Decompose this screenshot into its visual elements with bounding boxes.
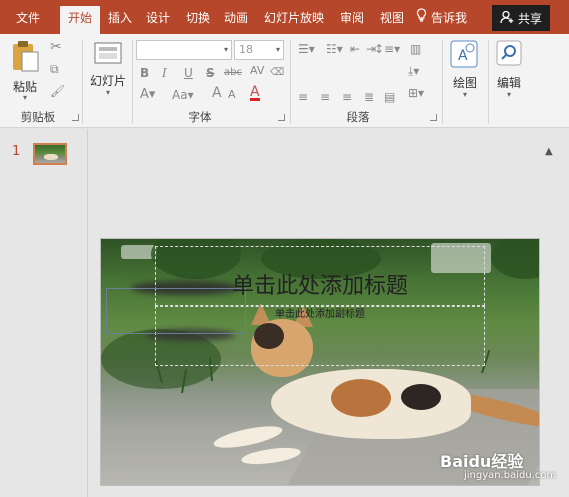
italic-button[interactable]: I xyxy=(162,66,167,80)
distribute-icon[interactable]: ▤ xyxy=(384,90,395,104)
tab-view[interactable]: 视图 xyxy=(374,6,410,34)
divider xyxy=(132,40,133,124)
cat-spot xyxy=(331,379,391,417)
slide-thumbnail[interactable] xyxy=(33,143,67,165)
justify-icon[interactable]: ≣ xyxy=(364,90,374,104)
line-spacing-icon[interactable]: ↕≡▾ xyxy=(374,42,400,56)
shapes-icon: A xyxy=(450,40,478,71)
smartart-icon[interactable]: ⊞▾ xyxy=(408,86,424,100)
divider xyxy=(82,40,83,124)
group-label-clipboard: 剪贴板 xyxy=(20,110,56,124)
chevron-down-icon: ▾ xyxy=(223,45,228,54)
strikethrough-button[interactable]: abc xyxy=(224,66,242,80)
title-placeholder-text: 单击此处添加标题 xyxy=(231,274,408,299)
slide-thumbnail-panel: 1 xyxy=(0,129,88,497)
font-size-value: 18 xyxy=(239,43,253,56)
editing-button[interactable]: 编辑 ▾ xyxy=(492,40,526,104)
cut-icon[interactable]: ✂ xyxy=(50,40,62,54)
paste-dropdown-icon[interactable]: ▾ xyxy=(8,93,42,102)
tell-me-search[interactable]: 告诉我 xyxy=(416,6,467,30)
paste-button[interactable]: 粘贴 ▾ xyxy=(8,40,42,102)
drawing-label: 绘图 xyxy=(452,76,477,90)
person-add-icon xyxy=(500,10,514,27)
shadow-button[interactable]: S xyxy=(206,66,215,80)
tab-transitions[interactable]: 切换 xyxy=(180,6,216,34)
font-size-input[interactable]: 18 ▾ xyxy=(234,40,284,60)
ribbon-tab-bar: 文件 开始 插入 设计 切换 动画 幻灯片放映 审阅 视图 告诉我 共享 xyxy=(0,0,569,34)
align-center-icon[interactable]: ≡ xyxy=(320,90,330,104)
columns-icon[interactable]: ▥ xyxy=(410,42,421,56)
paragraph-launcher-icon[interactable] xyxy=(430,114,437,121)
new-slide-label: 幻灯片 xyxy=(89,74,126,88)
char-spacing-button[interactable]: AV xyxy=(250,64,264,78)
collapse-ribbon-icon[interactable]: ▲ xyxy=(545,146,553,157)
align-left-icon[interactable]: ≡ xyxy=(298,90,308,104)
numbering-icon[interactable]: ☷▾ xyxy=(326,42,343,56)
divider xyxy=(442,40,443,124)
new-slide-dropdown-icon[interactable]: ▾ xyxy=(88,88,128,97)
lightbulb-icon xyxy=(416,6,427,30)
grow-font-icon[interactable]: A xyxy=(212,86,222,100)
divider xyxy=(488,40,489,124)
editing-dropdown-icon[interactable]: ▾ xyxy=(492,90,526,99)
font-launcher-icon[interactable] xyxy=(278,114,285,121)
font-color-icon[interactable]: A xyxy=(250,85,260,101)
thumbnail-image xyxy=(44,154,58,160)
clipboard-launcher-icon[interactable] xyxy=(72,114,79,121)
cat-spot xyxy=(401,384,441,410)
clear-format-icon[interactable]: ⌫ xyxy=(270,66,284,80)
tab-file[interactable]: 文件 xyxy=(8,6,48,34)
font-name-input[interactable]: ▾ xyxy=(136,40,232,60)
text-direction-icon[interactable]: ⤓▾ xyxy=(408,64,419,78)
group-label-font: 字体 xyxy=(188,110,212,124)
bold-button[interactable]: B xyxy=(140,66,149,80)
change-case-icon[interactable]: Aa▾ xyxy=(172,88,194,102)
subtitle-placeholder-text: 单击此处添加副标题 xyxy=(275,309,365,320)
watermark-brand: Baidu经验 xyxy=(440,452,524,471)
clipboard-icon xyxy=(10,40,40,75)
new-slide-button[interactable]: 幻灯片 ▾ xyxy=(88,40,128,104)
tab-home[interactable]: 开始 xyxy=(60,6,100,34)
underline-button[interactable]: U xyxy=(184,66,193,80)
share-button[interactable]: 共享 xyxy=(492,5,550,31)
divider xyxy=(290,40,291,124)
group-label-paragraph: 段落 xyxy=(346,110,370,124)
bullets-icon[interactable]: ☰▾ xyxy=(298,42,315,56)
watermark-url: jingyan.baidu.com xyxy=(464,470,557,481)
share-label: 共享 xyxy=(517,11,542,26)
copy-icon[interactable]: ⧉ xyxy=(50,62,59,76)
tab-animations[interactable]: 动画 xyxy=(218,6,254,34)
foliage xyxy=(491,239,539,279)
align-right-icon[interactable]: ≡ xyxy=(342,90,352,104)
tab-slideshow[interactable]: 幻灯片放映 xyxy=(258,6,330,34)
slide-layout-icon xyxy=(94,42,122,69)
drawing-button[interactable]: A 绘图 ▾ xyxy=(446,40,484,104)
tab-design[interactable]: 设计 xyxy=(140,6,176,34)
shrink-font-icon[interactable]: A xyxy=(228,88,236,102)
tab-insert[interactable]: 插入 xyxy=(102,6,138,34)
tell-me-label: 告诉我 xyxy=(431,11,468,25)
format-painter-icon[interactable]: 🖌 xyxy=(50,84,65,98)
drawing-dropdown-icon[interactable]: ▾ xyxy=(446,90,484,99)
decrease-indent-icon[interactable]: ⇤ xyxy=(350,42,360,56)
chevron-down-icon: ▾ xyxy=(275,45,280,54)
search-icon xyxy=(496,40,522,69)
text-effects-icon[interactable]: A▾ xyxy=(140,88,155,102)
editing-label: 编辑 xyxy=(496,76,521,90)
cat-paw xyxy=(240,444,302,468)
tab-review[interactable]: 审阅 xyxy=(334,6,370,34)
ribbon-home: 粘贴 ▾ ✂ ⧉ 🖌 剪贴板 幻灯片 ▾ ▾ 18 ▾ B I U S abc A… xyxy=(0,34,569,157)
slide-number: 1 xyxy=(12,144,21,159)
